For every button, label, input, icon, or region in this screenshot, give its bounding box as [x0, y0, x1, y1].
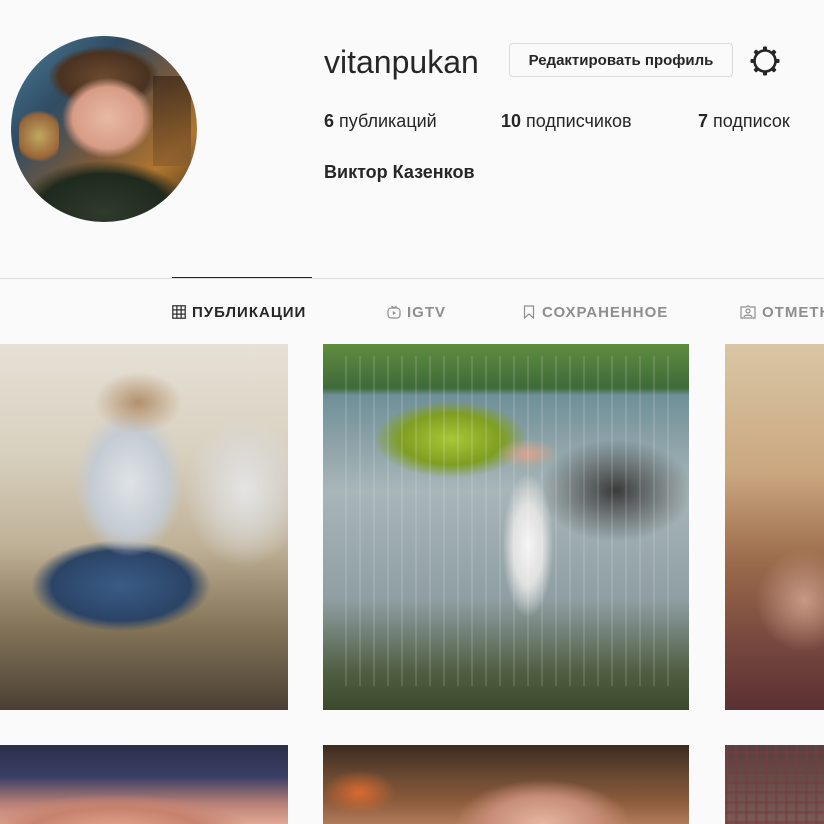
post-thumbnail-texture — [345, 356, 675, 686]
igtv-icon — [387, 305, 401, 319]
stat-posts-count: 6 — [324, 111, 335, 131]
stat-following-label: подписок — [713, 111, 790, 131]
tab-tagged[interactable]: ОТМЕТКИ — [740, 302, 824, 322]
tab-posts-label: ПУБЛИКАЦИИ — [192, 303, 307, 321]
settings-gear-icon[interactable] — [749, 45, 781, 77]
post-thumbnail-3[interactable] — [725, 344, 824, 710]
post-thumbnail-1[interactable] — [0, 344, 288, 710]
stat-following[interactable]: 7 подписок — [698, 111, 790, 132]
tab-igtv-label: IGTV — [407, 303, 447, 321]
tagged-icon — [740, 305, 756, 319]
profile-avatar[interactable] — [11, 36, 197, 222]
stat-posts: 6 публикаций — [324, 111, 437, 132]
avatar-background-detail — [153, 76, 191, 166]
stat-followers[interactable]: 10 подписчиков — [501, 111, 632, 132]
tab-igtv[interactable]: IGTV — [387, 302, 446, 322]
profile-page: vitanpukan Редактировать профиль 6 публи… — [0, 0, 824, 824]
edit-profile-button[interactable]: Редактировать профиль — [509, 43, 733, 77]
stat-followers-label: подписчиков — [526, 111, 632, 131]
post-thumbnail-4[interactable] — [0, 745, 288, 824]
tab-posts[interactable]: ПУБЛИКАЦИИ — [172, 302, 306, 322]
post-thumbnail-2[interactable] — [323, 344, 689, 710]
bookmark-icon — [523, 305, 535, 319]
tab-tagged-label: ОТМЕТКИ — [762, 303, 824, 321]
tabs-divider — [0, 278, 824, 279]
active-tab-indicator — [172, 277, 312, 278]
profile-username: vitanpukan — [324, 44, 479, 80]
profile-full-name: Виктор Казенков — [324, 162, 475, 182]
avatar-background-detail — [19, 106, 59, 166]
post-thumbnail-5[interactable] — [323, 745, 689, 824]
post-thumbnail-6[interactable] — [725, 745, 824, 824]
stat-followers-count: 10 — [501, 111, 522, 131]
grid-icon — [172, 305, 186, 319]
stat-following-count: 7 — [698, 111, 709, 131]
stat-posts-label: публикаций — [339, 111, 437, 131]
tab-saved[interactable]: СОХРАНЕННОЕ — [522, 302, 668, 322]
tab-saved-label: СОХРАНЕННОЕ — [542, 303, 669, 321]
